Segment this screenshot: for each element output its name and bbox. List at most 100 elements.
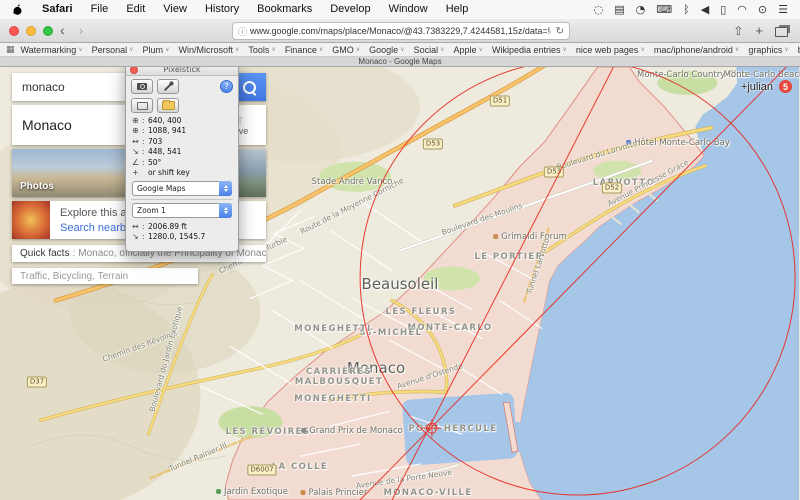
preset-dropdown[interactable]: Google Maps [132,181,232,196]
folder-icon [162,101,175,110]
bookmark-item[interactable]: Finance∨ [285,45,323,55]
pixelstick-end-point-row: ⊕:1088, 941 [132,126,232,137]
menu-window[interactable]: Window [380,0,437,19]
forward-button[interactable]: › [72,20,91,41]
bookmark-item[interactable]: mac/iphone/android∨ [654,45,739,55]
menubar-status-icons: ◌ ▤ ◔ ⌨ ᛒ ◀ ▯ ◠ ⊙ ☰ [594,3,800,16]
new-tab-button[interactable]: + [755,23,763,38]
volume-icon[interactable]: ◀ [701,3,709,16]
bookmark-item[interactable]: Watermarking∨ [21,45,83,55]
chevron-down-icon: ∨ [640,46,644,53]
scaled-delta-value: 1280.0, 1545.7 [148,232,205,241]
camera-icon [137,83,147,90]
account-name[interactable]: +julian [741,81,773,93]
zoom-dropdown[interactable]: Zoom 1 [132,203,232,218]
layers-text: Traffic, Bicycling, Terrain [20,271,128,282]
bookmark-label: Google [369,45,398,55]
reload-icon[interactable]: ↻ [556,26,564,37]
menu-file[interactable]: File [82,0,118,19]
bookmark-item[interactable]: Win/Microsoft∨ [178,45,239,55]
bookmark-label: Apple [454,45,477,55]
time-machine-icon[interactable]: ◔ [636,3,646,16]
tab-monaco-google-maps[interactable]: Monaco - Google Maps [0,57,800,66]
battery-icon[interactable]: ▯ [720,3,726,16]
bookmark-label: Wikipedia entries [492,45,561,55]
bookmarks-bar: ▦ Watermarking∨Personal∨Plum∨Win/Microso… [0,43,800,57]
dropdown-arrows-icon [219,181,232,196]
keyboard-icon[interactable]: ⌨ [656,3,672,16]
window-minimize-button[interactable] [26,26,36,36]
bluetooth-icon[interactable]: ᛒ [683,3,690,16]
camera-outline-icon [137,102,148,110]
menu-view[interactable]: View [154,0,196,19]
window-close-button[interactable] [9,26,19,36]
search-icon [243,81,256,94]
chevron-down-icon: ∨ [129,46,133,53]
window-zoom-button[interactable] [43,26,53,36]
scaled-delta-icon: ↘ [132,232,142,241]
chevron-down-icon: ∨ [479,46,483,53]
preset-value: Google Maps [137,184,186,193]
bookmark-item[interactable]: Personal∨ [92,45,134,55]
chevron-down-icon: ∨ [271,46,275,53]
close-icon[interactable] [130,66,138,74]
menu-history[interactable]: History [196,0,248,19]
pixelstick-panel: Pixelstick ? ⊕:640, 400⊕:1088, 941↔:703↘… [125,62,239,252]
menu-bookmarks[interactable]: Bookmarks [248,0,321,19]
help-button[interactable]: ? [220,80,233,93]
tab-title: Monaco - Google Maps [358,57,441,66]
chevron-down-icon: ∨ [78,46,82,53]
account-chip[interactable]: +julian 5 [741,80,792,93]
bookmark-item[interactable]: GMO∨ [332,45,360,55]
angle-value: 50° [148,158,161,167]
pixelstick-start-point-row: ⊕:640, 400 [132,115,232,126]
display-icon[interactable]: ▤ [614,3,624,16]
bookmark-item[interactable]: Wikipedia entries∨ [492,45,567,55]
notification-center-icon[interactable]: ☰ [778,3,788,16]
bookmark-item[interactable]: Google∨ [369,45,404,55]
macos-menubar: SafariFileEditViewHistoryBookmarksDevelo… [0,0,800,20]
menu-edit[interactable]: Edit [117,0,154,19]
bookmark-item[interactable]: Plum∨ [143,45,170,55]
start-point-icon: ⊕ [132,116,142,125]
distance-icon: ↔ [132,222,142,231]
menu-safari[interactable]: Safari [33,0,82,19]
pixelstick-angle-row: ∠:50° [132,157,232,168]
bookmark-item[interactable]: graphics∨ [748,45,788,55]
chevron-down-icon: ∨ [440,46,444,53]
bookmark-item[interactable]: Apple∨ [454,45,483,55]
back-button[interactable]: ‹ [53,20,72,41]
explore-thumbnail[interactable] [12,201,50,239]
safari-toolbar: ‹ › ⓘ www.google.com/maps/place/Monaco/@… [0,19,800,43]
eyedropper-button[interactable] [157,79,179,94]
url-field[interactable]: ⓘ www.google.com/maps/place/Monaco/@43.7… [232,22,570,40]
bookmarks-grid-icon[interactable]: ▦ [6,45,15,55]
page-content: BeausoleilMonacoLARVOTTOMONTE-CARLOLES F… [0,67,800,500]
hotspot-icon[interactable]: ◌ [594,3,604,16]
pixelstick-distance-row: ↔:2006.89 ft [132,221,232,232]
modifier-value: or shift key [148,168,190,177]
bookmark-label: Tools [248,45,269,55]
wifi-icon[interactable]: ◠ [737,3,747,16]
menu-develop[interactable]: Develop [321,0,379,19]
spotlight-icon[interactable]: ⊙ [758,3,767,16]
snapshot-button[interactable] [131,98,153,113]
chevron-down-icon: ∨ [235,46,239,53]
tab-overview-icon[interactable] [775,27,788,37]
bookmark-label: Personal [92,45,128,55]
bookmark-item[interactable]: Social∨ [414,45,445,55]
bookmark-item[interactable]: nice web pages∨ [576,45,645,55]
layers-card[interactable]: Traffic, Bicycling, Terrain [12,268,198,284]
bookmark-item[interactable]: Tools∨ [248,45,275,55]
page-info-icon[interactable]: ⓘ [238,25,247,38]
bookmark-label: graphics [748,45,782,55]
screenshot-button[interactable] [131,79,153,94]
menu-help[interactable]: Help [437,0,478,19]
open-folder-button[interactable] [157,98,179,113]
chevron-down-icon: ∨ [562,46,566,53]
notifications-badge[interactable]: 5 [779,80,792,93]
apple-menu-icon[interactable] [12,4,23,16]
share-icon[interactable]: ⇧ [733,24,743,38]
zoom-value: Zoom 1 [137,206,166,215]
bookmark-label: nice web pages [576,45,639,55]
